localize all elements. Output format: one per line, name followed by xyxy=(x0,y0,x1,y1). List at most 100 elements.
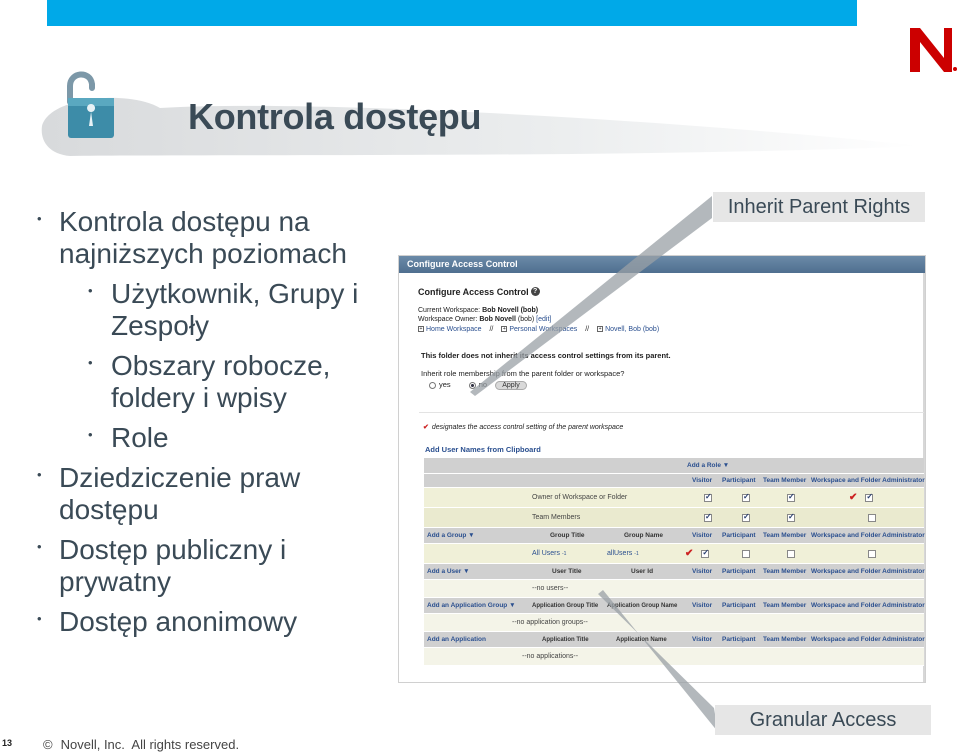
table-row: All Users -1 allUsers -1 ✔ xyxy=(424,544,924,564)
access-grid: Add a Role ▼ Visitor Participant Team Me… xyxy=(424,458,925,666)
checkbox[interactable] xyxy=(868,549,876,558)
configure-title-text: Configure Access Control xyxy=(418,287,529,297)
col-admin: Workspace and Folder Administrator xyxy=(811,532,925,539)
inherit-no-label: no xyxy=(478,380,488,389)
owner-id: (bob) xyxy=(517,316,535,323)
col-admin: Workspace and Folder Administrator xyxy=(811,568,925,575)
col-participant: Participant xyxy=(722,477,756,484)
col-team-member: Team Member xyxy=(763,532,807,539)
role-header-row: Add a Role ▼ xyxy=(424,458,924,474)
row-label: Team Members xyxy=(532,514,581,521)
lock-icon xyxy=(67,71,114,138)
inherit-radio-group: yes no Apply xyxy=(429,380,527,390)
add-group-menu[interactable]: Add a Group ▼ xyxy=(427,528,475,543)
col-team-member: Team Member xyxy=(763,636,807,643)
parent-setting-icon: ✔ xyxy=(685,548,694,559)
inherit-yes-radio[interactable] xyxy=(429,381,436,389)
help-icon[interactable]: ? xyxy=(530,287,540,296)
callout-inherit-parent-rights: Inherit Parent Rights xyxy=(713,192,925,222)
col-user-id: User Id xyxy=(631,568,654,575)
divider xyxy=(419,412,924,413)
red-check-icon: ✔ xyxy=(423,424,429,431)
checkbox[interactable] xyxy=(704,512,712,522)
apply-button[interactable]: Apply xyxy=(495,381,527,390)
breadcrumb: + Home Workspace // + Personal Workspaces … xyxy=(418,326,659,333)
breadcrumb-personal-workspaces[interactable]: Personal Workspaces xyxy=(509,326,577,333)
empty-applications: --no applications-- xyxy=(522,653,579,660)
add-role-menu[interactable]: Add a Role ▼ xyxy=(687,458,729,473)
col-visitor: Visitor xyxy=(692,568,713,575)
copyright-text: Novell, Inc. All rights reserved. xyxy=(60,737,240,752)
bullet-item: Dostęp anonimowy xyxy=(36,603,396,638)
group-name[interactable]: allUsers -1 xyxy=(607,544,639,563)
checkbox[interactable] xyxy=(868,513,876,522)
current-workspace-label: Current Workspace: xyxy=(418,307,481,314)
breadcrumb-separator: // xyxy=(585,326,590,333)
breadcrumb-home-workspace[interactable]: Home Workspace xyxy=(426,326,482,333)
checkbox[interactable] xyxy=(701,548,710,558)
add-application-link[interactable]: Add an Application xyxy=(427,632,486,647)
checkbox[interactable] xyxy=(704,492,712,502)
app-header-row: Add an Application Application Title App… xyxy=(424,632,925,648)
owner-value: Bob Novell xyxy=(479,316,516,323)
add-from-clipboard-link[interactable]: Add User Names from Clipboard xyxy=(425,445,541,454)
checkbox[interactable] xyxy=(787,492,795,502)
group-name-sup: -1 xyxy=(634,550,639,557)
inherit-notice: This folder does not inherit its access … xyxy=(421,351,671,360)
top-accent-bar xyxy=(47,0,857,26)
slide-title: Kontrola dostępu xyxy=(188,96,482,137)
expand-icon[interactable]: + xyxy=(501,326,508,333)
expand-icon[interactable]: + xyxy=(597,326,604,333)
title-swoosh xyxy=(41,97,921,156)
copyright-symbol: © xyxy=(43,737,53,752)
owner-label: Workspace Owner: xyxy=(418,316,478,323)
checkbox[interactable] xyxy=(742,549,750,558)
col-team-member: Team Member xyxy=(763,477,807,484)
breadcrumb-current-user[interactable]: Novell, Bob (bob) xyxy=(605,326,659,333)
inherit-no-radio[interactable] xyxy=(468,381,476,389)
checkbox[interactable] xyxy=(742,512,750,522)
col-participant: Participant xyxy=(722,636,756,643)
edit-owner-link[interactable]: [edit] xyxy=(536,316,551,323)
callout-granular-access: Granular Access xyxy=(715,705,931,735)
col-admin: Workspace and Folder Administrator xyxy=(811,602,925,609)
footer-copyright: © Novell, Inc. All rights reserved. xyxy=(43,737,239,752)
empty-app-groups: --no application groups-- xyxy=(512,619,588,626)
col-app-title: Application Title xyxy=(542,636,589,643)
table-row: Team Members xyxy=(424,508,924,528)
add-user-menu[interactable]: Add a User ▼ xyxy=(427,564,470,579)
col-admin: Workspace and Folder Administrator xyxy=(811,636,925,643)
col-participant: Participant xyxy=(722,602,756,609)
col-team-member: Team Member xyxy=(763,568,807,575)
row-label: Owner of Workspace or Folder xyxy=(532,494,628,501)
checkbox[interactable] xyxy=(787,549,795,558)
parent-setting-legend: ✔ designates the access control setting o… xyxy=(423,423,623,431)
add-app-group-menu[interactable]: Add an Application Group ▼ xyxy=(427,598,516,613)
sub-bullet-item: Użytkownik, Grupy i Zespoły xyxy=(36,275,396,342)
screenshot-header: Configure Access Control xyxy=(399,256,925,273)
col-user-title: User Title xyxy=(552,568,582,575)
col-group-name: Group Name xyxy=(624,532,664,539)
col-team-member: Team Member xyxy=(763,602,807,609)
checkbox[interactable] xyxy=(742,492,750,502)
col-app-group-title: Application Group Title xyxy=(532,602,599,609)
checkbox[interactable] xyxy=(865,492,874,502)
col-visitor: Visitor xyxy=(692,477,713,484)
expand-icon[interactable]: + xyxy=(418,326,424,333)
configure-title: Configure Access Control? xyxy=(418,287,540,297)
table-row: --no application groups-- xyxy=(424,614,924,632)
col-visitor: Visitor xyxy=(692,602,713,609)
sub-bullet-item: Obszary robocze, foldery i wpisy xyxy=(36,347,396,414)
legend-text: designates the access control setting of… xyxy=(431,424,624,431)
breadcrumb-separator: // xyxy=(489,326,494,333)
group-title[interactable]: All Users -1 xyxy=(532,544,566,563)
col-participant: Participant xyxy=(722,532,756,539)
group-header-row: Add a Group ▼ Group Title Group Name Vis… xyxy=(424,528,925,544)
bullet-item: Dostęp publiczny i prywatny xyxy=(36,531,396,598)
checkbox[interactable] xyxy=(787,512,795,522)
bullet-list: Kontrola dostępu na najniższych poziomac… xyxy=(36,203,396,646)
table-row: --no applications-- xyxy=(424,648,924,666)
access-control-screenshot: Configure Access Control Configure Acces… xyxy=(398,255,926,683)
col-participant: Participant xyxy=(722,568,756,575)
col-visitor: Visitor xyxy=(692,532,713,539)
